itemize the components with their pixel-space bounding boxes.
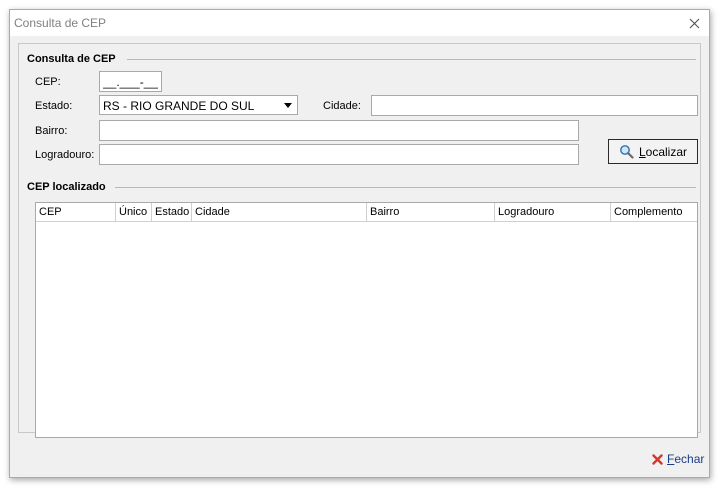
estado-selected-value: RS - RIO GRANDE DO SUL xyxy=(103,99,255,113)
localizar-button[interactable]: Localizar xyxy=(608,139,698,164)
column-header-logradouro[interactable]: Logradouro xyxy=(495,203,611,221)
table-header: CEP Único Estado Cidade Bairro Logradour… xyxy=(36,203,697,222)
cep-results-table[interactable]: CEP Único Estado Cidade Bairro Logradour… xyxy=(35,202,698,438)
logradouro-label: Logradouro: xyxy=(35,149,95,161)
result-group-title: CEP localizado xyxy=(27,181,110,193)
window-close-button[interactable] xyxy=(679,10,709,36)
column-header-unico[interactable]: Único xyxy=(116,203,152,221)
bairro-input[interactable] xyxy=(99,120,579,141)
search-group-divider xyxy=(127,59,696,60)
cep-label: CEP: xyxy=(35,76,61,88)
bairro-label: Bairro: xyxy=(35,125,68,137)
column-header-complemento[interactable]: Complemento xyxy=(611,203,697,221)
dropdown-arrow[interactable] xyxy=(280,97,296,113)
cidade-input[interactable] xyxy=(371,95,698,116)
logradouro-input[interactable] xyxy=(99,144,579,165)
title-bar: Consulta de CEP xyxy=(10,10,709,36)
red-x-icon xyxy=(652,453,663,465)
column-header-cep[interactable]: CEP xyxy=(36,203,116,221)
chevron-down-icon xyxy=(284,102,292,108)
window-title: Consulta de CEP xyxy=(14,16,107,30)
fechar-label: Fechar xyxy=(667,452,705,466)
result-group-divider xyxy=(115,187,696,188)
cidade-label: Cidade: xyxy=(323,100,361,112)
cep-input[interactable] xyxy=(99,71,162,92)
column-header-estado[interactable]: Estado xyxy=(152,203,192,221)
search-group-title: Consulta de CEP xyxy=(27,53,120,65)
magnifier-icon xyxy=(620,145,634,159)
fechar-button[interactable]: Fechar xyxy=(652,452,704,466)
estado-select[interactable]: RS - RIO GRANDE DO SUL xyxy=(99,95,298,115)
column-header-bairro[interactable]: Bairro xyxy=(367,203,495,221)
close-icon xyxy=(689,18,699,28)
column-header-cidade[interactable]: Cidade xyxy=(192,203,367,221)
dialog-window: Consulta de CEP Consulta de CEP CEP: Est… xyxy=(9,9,710,478)
estado-label: Estado: xyxy=(35,100,73,112)
localizar-label: Localizar xyxy=(638,144,688,159)
